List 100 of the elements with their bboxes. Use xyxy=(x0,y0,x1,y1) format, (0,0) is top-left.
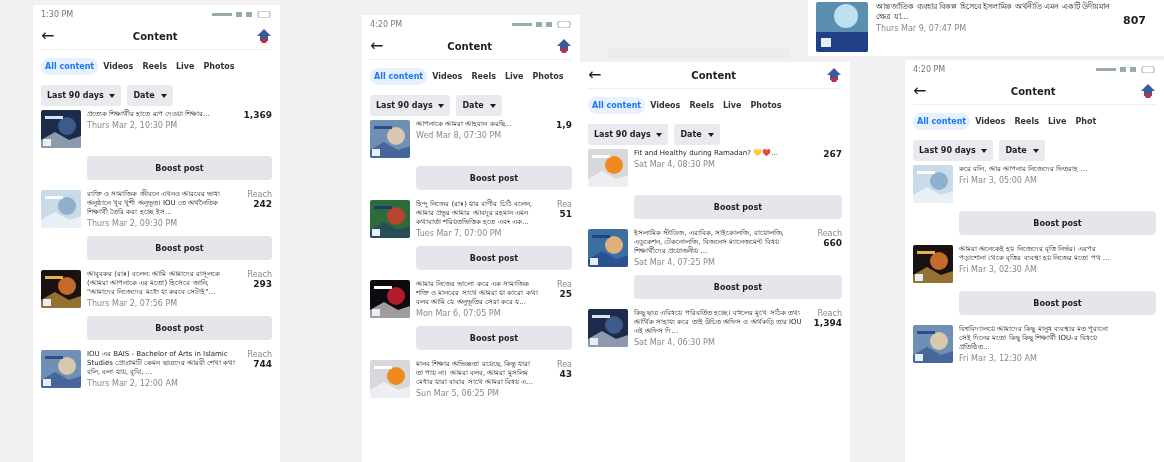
tab[interactable]: Phot xyxy=(1071,113,1101,130)
tab[interactable]: Reels xyxy=(138,58,171,75)
tab[interactable]: Videos xyxy=(646,97,685,114)
tab[interactable]: Live xyxy=(500,68,528,85)
post-date: Sat Mar 4, 07:25 PM xyxy=(634,258,716,267)
post-text: আন্তর্জাতিক ব্যবহার বিকল্প হিসেবে ইসলামিক অর্থনীতি এমন একটি উদীয়মান ক্ষেত্র যা... xyxy=(876,2,1112,22)
logo-icon xyxy=(556,38,572,54)
reach-count: 51 xyxy=(559,209,572,219)
tab[interactable]: Photos xyxy=(528,68,568,85)
boost-post-button[interactable]: Boost post xyxy=(416,166,572,190)
reach-label: Rea xyxy=(556,360,572,369)
back-button[interactable]: ← xyxy=(913,83,927,99)
reach-count: 1,9 xyxy=(556,120,572,130)
reach-count: 807 xyxy=(1123,14,1146,29)
boost-post-button[interactable]: Boost post xyxy=(959,211,1156,235)
tab[interactable]: Live xyxy=(718,97,746,114)
caret-icon xyxy=(160,93,167,98)
tab[interactable]: Photos xyxy=(199,58,239,75)
tab[interactable]: Videos xyxy=(971,113,1010,130)
post-date: Fri Mar 3, 12:30 AM xyxy=(959,354,1038,363)
post-date: Thurs Mar 2, 12:00 AM xyxy=(87,379,179,388)
post-date: Thurs Mar 2, 10:30 PM xyxy=(87,121,179,130)
page-title: Content xyxy=(447,40,493,52)
tab[interactable]: Photos xyxy=(746,97,786,114)
post-date: Thurs Mar 2, 07:56 PM xyxy=(87,299,179,308)
tab[interactable]: All content xyxy=(588,97,646,114)
post-date: Thurs Mar 9, 07:47 PM xyxy=(876,24,968,33)
reach-count: 267 xyxy=(823,149,842,159)
boost-post-button[interactable]: Boost post xyxy=(87,316,272,340)
tab[interactable]: All content xyxy=(41,58,99,75)
caret-icon xyxy=(981,148,988,153)
page-title: Content xyxy=(1010,85,1056,97)
boost-post-button[interactable]: Boost post xyxy=(87,236,272,260)
status-icons xyxy=(512,20,572,28)
status-time: 4:20 PM xyxy=(370,19,403,29)
reach-count: 1,394 xyxy=(813,318,842,328)
tab[interactable]: All content xyxy=(913,113,971,130)
caret-icon xyxy=(438,103,445,108)
filter-dropdown[interactable]: Last 90 days xyxy=(370,95,451,116)
reach-count: 242 xyxy=(253,199,272,209)
logo-icon xyxy=(826,67,842,83)
reach-count: 43 xyxy=(559,369,572,379)
tab[interactable]: Reels xyxy=(685,97,718,114)
post-date: Mon Mar 6, 07:05 PM xyxy=(416,309,502,318)
reach-count: 744 xyxy=(253,359,272,369)
reach-label: Reach xyxy=(247,350,272,359)
status-icons xyxy=(212,10,272,18)
tab[interactable]: Reels xyxy=(467,68,500,85)
boost-post-button[interactable]: Boost post xyxy=(634,195,842,219)
reach-label: Reach xyxy=(247,190,272,199)
filter-dropdown[interactable]: Date xyxy=(456,95,502,116)
logo-icon xyxy=(1140,83,1156,99)
caret-icon xyxy=(707,132,714,137)
tab[interactable]: Live xyxy=(171,58,199,75)
tab[interactable]: Reels xyxy=(1010,113,1043,130)
page-title: Content xyxy=(132,30,178,42)
back-button[interactable]: ← xyxy=(370,38,384,54)
filter-dropdown[interactable]: Date xyxy=(127,85,173,106)
reach-label: Rea xyxy=(556,280,572,289)
post-date: Sat Mar 4, 06:30 PM xyxy=(634,338,716,347)
filter-dropdown[interactable]: Last 90 days xyxy=(588,124,669,145)
status-time: 1:30 PM xyxy=(41,9,74,19)
reach-count: 293 xyxy=(253,279,272,289)
reach-label: Reach xyxy=(817,309,842,318)
boost-post-button[interactable]: Boost post xyxy=(87,156,272,180)
tab[interactable]: Videos xyxy=(99,58,138,75)
filter-dropdown[interactable]: Last 90 days xyxy=(41,85,122,106)
boost-post-button[interactable]: Boost post xyxy=(634,275,842,299)
reach-label: Reach xyxy=(247,270,272,279)
post-date: Fri Mar 3, 05:00 AM xyxy=(959,176,1038,185)
back-button[interactable]: ← xyxy=(41,28,55,44)
status-time: 4:20 PM xyxy=(913,64,946,74)
filter-dropdown[interactable]: Date xyxy=(999,140,1045,161)
page-title: Content xyxy=(691,69,737,81)
boost-post-button[interactable]: Boost post xyxy=(416,326,572,350)
post-date: Sat Mar 4, 08:30 PM xyxy=(634,160,716,169)
caret-icon xyxy=(656,132,663,137)
reach-count: 660 xyxy=(823,238,842,248)
caret-icon xyxy=(489,103,496,108)
filter-dropdown[interactable]: Last 90 days xyxy=(913,140,994,161)
back-button[interactable]: ← xyxy=(588,67,602,83)
reach-label: Reach xyxy=(817,229,842,238)
tab[interactable]: Live xyxy=(1043,113,1071,130)
reach-count: 1,369 xyxy=(243,110,272,120)
reach-label: Rea xyxy=(556,200,572,209)
post-date: Sun Mar 5, 06:25 PM xyxy=(416,389,500,398)
post-date: Tues Mar 7, 07:00 PM xyxy=(416,229,503,238)
boost-post-button[interactable]: Boost post xyxy=(416,246,572,270)
caret-icon xyxy=(109,93,116,98)
caret-icon xyxy=(1032,148,1039,153)
logo-icon xyxy=(256,28,272,44)
post-date: Wed Mar 8, 07:30 PM xyxy=(416,131,503,140)
post-date: Fri Mar 3, 02:30 AM xyxy=(959,265,1038,274)
boost-post-button[interactable]: Boost post xyxy=(959,291,1156,315)
filter-dropdown[interactable]: Date xyxy=(674,124,720,145)
post-date: Thurs Mar 2, 09:30 PM xyxy=(87,219,179,228)
status-icons xyxy=(1096,65,1156,73)
tab[interactable]: Videos xyxy=(428,68,467,85)
tab[interactable]: All content xyxy=(370,68,428,85)
reach-count: 25 xyxy=(559,289,572,299)
